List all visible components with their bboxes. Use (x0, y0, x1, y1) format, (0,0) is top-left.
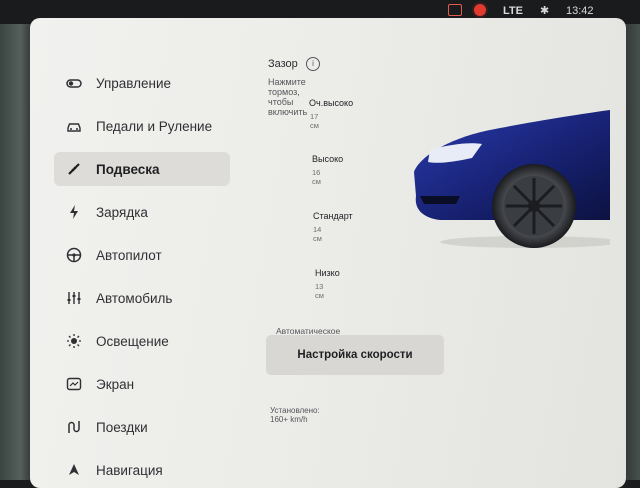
sidebar-item-navigation[interactable]: Навигация (54, 453, 230, 487)
screen-bezel-left (0, 0, 34, 480)
navigation-icon (66, 462, 82, 478)
display-icon (66, 376, 82, 392)
option-high[interactable]: Высоко (312, 154, 343, 164)
option-very-high[interactable]: Оч.высоко (309, 98, 353, 108)
option-standard[interactable]: Стандарт (313, 211, 353, 221)
lte-indicator: LTE (503, 5, 523, 17)
sidebar-item-label: Педали и Руление (96, 118, 213, 134)
sidebar-item-suspension[interactable]: Подвеска (54, 152, 230, 186)
bolt-icon (66, 204, 82, 220)
trips-icon (66, 419, 82, 435)
sidebar-item-pedals[interactable]: Педали и Руление (54, 109, 230, 143)
sidebar-item-label: Поездки (96, 419, 148, 435)
sidebar-item-label: Подвеска (96, 161, 160, 177)
brake-hint: Нажмите тормоз, чтобы включить (268, 77, 308, 117)
sidebar-item-label: Управление (96, 75, 172, 91)
sliders-icon (66, 290, 82, 306)
car-image (414, 110, 610, 248)
sidebar-item-label: Навигация (96, 462, 163, 478)
sidebar-item-charging[interactable]: Зарядка (54, 195, 230, 229)
installed-speed-text: Установлено: 160+ km/h (270, 406, 320, 424)
ride-height-title: Зазор (268, 58, 298, 70)
info-icon[interactable]: i (306, 57, 320, 71)
clock: 13:42 (566, 5, 594, 17)
bluetooth-icon[interactable]: ✱ (540, 4, 549, 18)
option-low-value: 13 см (315, 282, 324, 300)
record-icon[interactable] (474, 4, 486, 16)
sidebar-item-label: Автомобиль (96, 290, 173, 306)
dashcam-icon[interactable] (448, 4, 462, 16)
sun-icon (66, 333, 82, 349)
sidebar-item-label: Зарядка (96, 204, 148, 220)
speed-setting-button[interactable]: Настройка скорости (266, 335, 444, 375)
sidebar-item-controls[interactable]: Управление (54, 66, 230, 100)
sidebar-item-label: Экран (96, 376, 135, 392)
option-low[interactable]: Низко (315, 268, 340, 278)
option-high-value: 16 см (312, 168, 321, 186)
sidebar-item-display[interactable]: Экран (54, 367, 230, 401)
sidebar-item-trips[interactable]: Поездки (54, 410, 230, 444)
sidebar-item-label: Автопилот (96, 247, 162, 263)
steering-wheel-icon (66, 247, 82, 263)
option-standard-value: 14 см (313, 225, 322, 243)
option-very-high-value: 17 см (310, 112, 319, 130)
sidebar-item-lighting[interactable]: Освещение (54, 324, 230, 358)
sidebar-item-vehicle[interactable]: Автомобиль (54, 281, 230, 315)
suspension-icon (66, 161, 82, 177)
toggle-icon (66, 75, 82, 91)
car-icon (66, 118, 82, 134)
sidebar-item-autopilot[interactable]: Автопилот (54, 238, 230, 272)
sidebar-item-label: Освещение (96, 333, 169, 349)
